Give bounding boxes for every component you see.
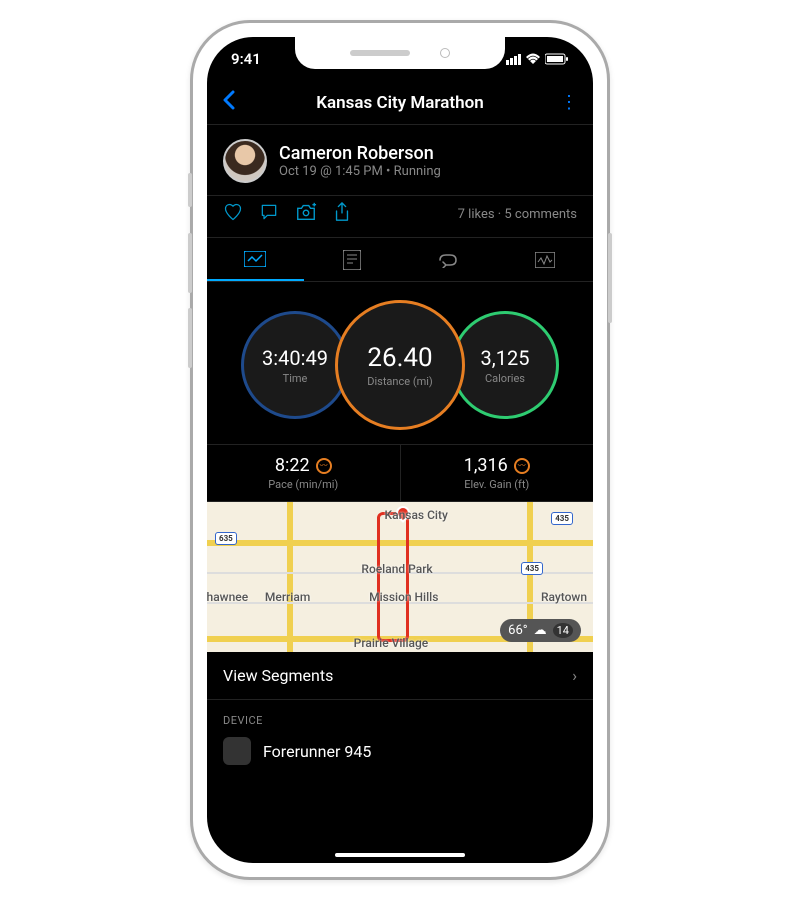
chevron-right-icon: › (572, 666, 577, 685)
device-image (223, 737, 251, 765)
stat-time-circle: 3:40:49 Time (241, 311, 349, 419)
stat-calories-circle: 3,125 Calories (451, 311, 559, 419)
cloud-icon: ☁ (534, 623, 547, 638)
screen: 9:41 Kansas City Marathon ⋮ Cameron Robe… (207, 37, 593, 863)
page-title: Kansas City Marathon (251, 93, 549, 113)
signal-icon (506, 54, 521, 65)
view-segments-label: View Segments (223, 666, 333, 685)
tab-charts[interactable] (497, 238, 594, 281)
map-place-label: Shawnee (207, 590, 248, 604)
profile-meta: Oct 19 @ 1:45 PM • Running (279, 164, 441, 179)
stat-pace: 8:22 〰 Pace (min/mi) (207, 445, 401, 501)
stat-calories-label: Calories (485, 372, 525, 385)
map-route (377, 512, 409, 642)
device-name: Forerunner 945 (263, 742, 371, 761)
pulse-icon: 〰 (316, 458, 332, 474)
highway-shield: 635 (215, 532, 237, 545)
circles-row: 3:40:49 Time 26.40 Distance (mi) 3,125 C… (207, 282, 593, 444)
stat-pace-value: 8:22 (275, 455, 310, 476)
map-city-label: Kansas City (385, 508, 448, 522)
more-button[interactable]: ⋮ (549, 92, 579, 113)
tab-laps[interactable] (400, 238, 497, 281)
wifi-icon (525, 53, 541, 65)
weather-extra: 14 (553, 623, 573, 638)
status-right (506, 53, 569, 65)
weather-pill[interactable]: 66° ☁ 14 (500, 619, 581, 642)
status-time: 9:41 (231, 50, 261, 68)
pulse-icon: 〰 (514, 458, 530, 474)
tab-stats[interactable] (304, 238, 401, 281)
like-icon[interactable] (223, 202, 243, 227)
stat-elev: 1,316 〰 Elev. Gain (ft) (401, 445, 594, 501)
battery-icon (545, 53, 569, 65)
stat-elev-value: 1,316 (464, 455, 508, 476)
phone-frame: 9:41 Kansas City Marathon ⋮ Cameron Robe… (190, 20, 610, 880)
view-segments-button[interactable]: View Segments › (207, 652, 593, 700)
weather-temp: 66° (508, 623, 527, 638)
sub-stats-row: 8:22 〰 Pace (min/mi) 1,316 〰 Elev. Gain … (207, 444, 593, 502)
stat-time-value: 3:40:49 (262, 346, 328, 370)
map-place-label: Raytown (541, 590, 587, 604)
map-place-label: Prairie Village (354, 636, 429, 650)
nav-bar: Kansas City Marathon ⋮ (207, 81, 593, 125)
highway-shield: 435 (521, 562, 543, 575)
device-row[interactable]: Forerunner 945 (207, 733, 593, 769)
highway-shield: 435 (551, 512, 573, 525)
map[interactable]: Kansas City Roeland Park Mission Hills M… (207, 502, 593, 652)
stat-distance-label: Distance (mi) (367, 375, 432, 388)
tab-row (207, 238, 593, 282)
back-button[interactable] (221, 90, 251, 116)
profile-name: Cameron Roberson (279, 143, 441, 164)
profile-row[interactable]: Cameron Roberson Oct 19 @ 1:45 PM • Runn… (207, 125, 593, 191)
tab-overview[interactable] (207, 238, 304, 281)
home-indicator[interactable] (335, 853, 465, 857)
notch (295, 37, 505, 69)
stat-calories-value: 3,125 (481, 346, 530, 370)
device-section-header: DEVICE (207, 700, 593, 733)
social-row: 7 likes · 5 comments (207, 195, 593, 238)
stat-time-label: Time (283, 372, 308, 385)
map-place-label: Mission Hills (369, 590, 438, 604)
comments-count: 5 comments (504, 207, 577, 222)
social-stats: 7 likes · 5 comments (458, 207, 577, 222)
likes-count: 7 likes (458, 207, 495, 222)
stat-pace-label: Pace (min/mi) (268, 478, 338, 491)
comment-icon[interactable] (259, 202, 279, 227)
stat-distance-value: 26.40 (367, 343, 432, 373)
stat-elev-label: Elev. Gain (ft) (464, 478, 529, 491)
camera-icon[interactable] (295, 202, 317, 227)
share-icon[interactable] (333, 202, 351, 227)
map-place-label: Roeland Park (361, 562, 432, 576)
stat-distance-circle: 26.40 Distance (mi) (335, 300, 465, 430)
avatar (223, 139, 267, 183)
map-place-label: Merriam (265, 590, 310, 604)
